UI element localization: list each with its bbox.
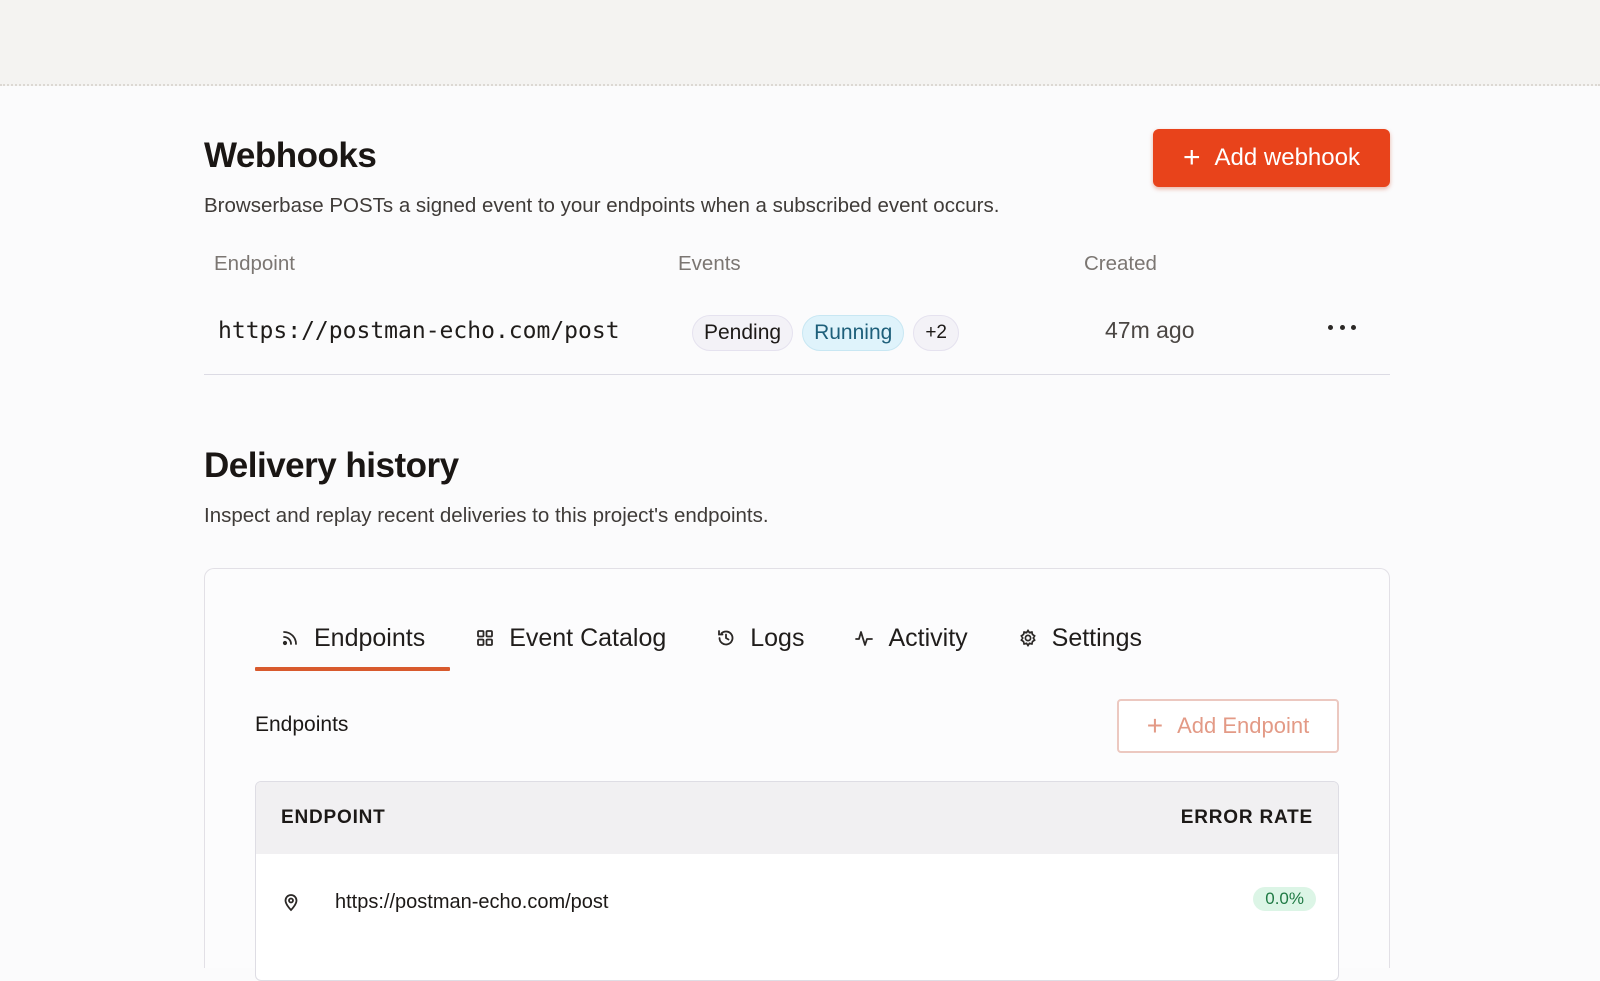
webhook-endpoint-url[interactable]: https://postman-echo.com/post [218,318,620,344]
table-row[interactable]: https://postman-echo.com/post 0.0% [256,854,1338,914]
row-divider [204,374,1390,375]
grid-icon [477,630,494,646]
tab-settings[interactable]: Settings [993,607,1167,669]
tab-endpoints[interactable]: Endpoints [255,607,451,671]
event-badge-running: Running [802,315,905,351]
column-header-endpoint: Endpoint [214,252,295,275]
plus-icon: + [1183,141,1201,174]
activity-icon [855,631,874,646]
tab-label: Logs [750,623,805,652]
column-header-error-rate: ERROR RATE [1180,807,1313,828]
delivery-card: Endpoints Event Catalog Logs Activity Se… [204,568,1390,981]
tab-label: Activity [888,623,968,652]
event-badge-pending: Pending [692,315,794,351]
delivery-history-subtitle: Inspect and replay recent deliveries to … [204,504,769,527]
delivery-tabs: Endpoints Event Catalog Logs Activity Se… [255,607,1167,671]
plus-icon: + [1146,710,1164,741]
tab-logs[interactable]: Logs [691,607,829,669]
event-badge-more[interactable]: +2 [913,315,959,351]
webhooks-subtitle: Browserbase POSTs a signed event to your… [204,194,1000,217]
add-endpoint-label: Add Endpoint [1177,713,1310,738]
gear-icon [1019,628,1036,648]
tab-label: Endpoints [314,623,426,652]
endpoint-url[interactable]: https://postman-echo.com/post [335,891,608,914]
more-options-icon[interactable] [1328,312,1356,342]
tab-label: Settings [1051,623,1142,652]
add-webhook-button[interactable]: + Add webhook [1153,129,1390,187]
rss-icon [282,631,297,646]
tab-label: Event Catalog [509,623,667,652]
endpoints-section-label: Endpoints [255,713,349,736]
location-pin-icon [284,894,298,912]
history-icon [718,630,734,646]
error-rate-badge: 0.0% [1253,887,1316,911]
delivery-history-title: Delivery history [204,446,459,485]
tab-event-catalog[interactable]: Event Catalog [450,607,691,669]
webhooks-title: Webhooks [204,136,377,175]
column-header-created: Created [1084,252,1157,275]
column-header-endpoint: ENDPOINT [281,807,386,828]
webhook-created-time: 47m ago [1105,317,1195,343]
endpoints-table-header: ENDPOINT ERROR RATE [256,782,1338,854]
event-badges: Pending Running +2 [692,315,959,351]
column-header-events: Events [678,252,741,275]
add-webhook-label: Add webhook [1214,144,1360,171]
top-banner [0,0,1600,86]
tab-activity[interactable]: Activity [829,607,992,669]
endpoints-table: ENDPOINT ERROR RATE https://postman-echo… [255,781,1339,981]
add-endpoint-button[interactable]: + Add Endpoint [1117,699,1339,753]
